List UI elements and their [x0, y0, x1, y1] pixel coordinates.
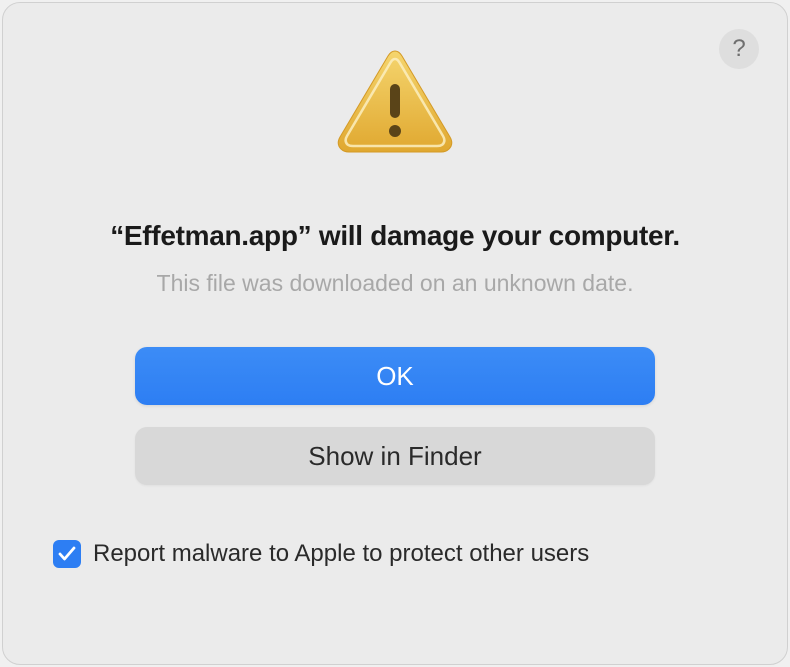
dialog-title: “Effetman.app” will damage your computer…	[110, 220, 680, 252]
report-malware-checkbox[interactable]	[53, 540, 81, 568]
report-malware-row: Report malware to Apple to protect other…	[53, 540, 589, 568]
warning-icon	[335, 45, 455, 160]
help-icon: ?	[732, 35, 745, 63]
gatekeeper-warning-dialog: ? “Effetman.app” will damage your comput…	[2, 2, 788, 665]
button-container: OK Show in Finder	[135, 347, 655, 485]
dialog-subtitle: This file was downloaded on an unknown d…	[157, 270, 634, 297]
report-malware-label: Report malware to Apple to protect other…	[93, 540, 589, 568]
help-button[interactable]: ?	[719, 29, 759, 69]
show-in-finder-button[interactable]: Show in Finder	[135, 427, 655, 485]
ok-button[interactable]: OK	[135, 347, 655, 405]
